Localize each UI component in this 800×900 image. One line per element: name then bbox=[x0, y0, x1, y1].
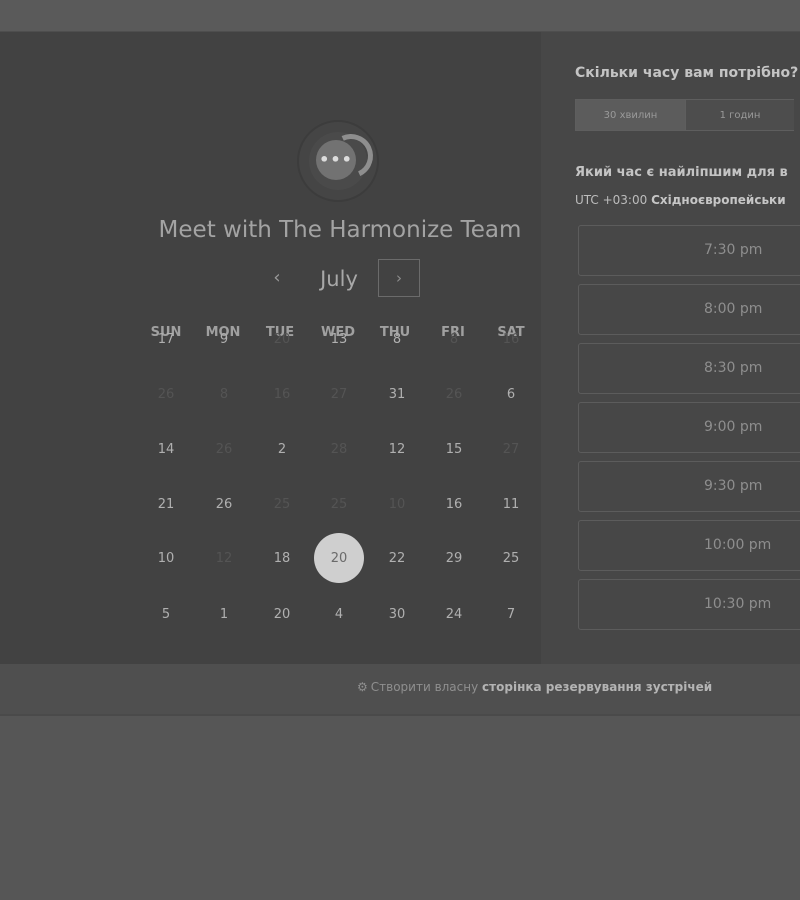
calendar-day: 12 bbox=[215, 550, 233, 566]
calendar-day: 10 bbox=[388, 496, 406, 512]
calendar-day: 25 bbox=[273, 496, 291, 512]
footer: ⚙ Створити власну сторінка резервування з… bbox=[0, 664, 800, 716]
calendar-day[interactable]: 22 bbox=[372, 533, 422, 583]
calendar-day: 26 bbox=[445, 386, 463, 402]
calendar-day-selected[interactable]: 20 bbox=[314, 533, 364, 583]
calendar-day[interactable]: 21 bbox=[141, 479, 191, 529]
time-slot-label: 9:00 pm bbox=[704, 419, 763, 435]
timezone-offset: UTC +03:00 bbox=[575, 193, 648, 207]
calendar-day: 20 bbox=[273, 331, 291, 347]
calendar-day[interactable]: 31 bbox=[372, 369, 422, 419]
calendar-day[interactable]: 29 bbox=[429, 533, 479, 583]
calendar-day[interactable]: 15 bbox=[429, 424, 479, 474]
calendar-day[interactable]: 13 bbox=[314, 314, 364, 364]
calendar-day: 16 bbox=[502, 331, 520, 347]
calendar-day[interactable]: 4 bbox=[314, 589, 364, 639]
time-slot-button[interactable]: 8:00 pm bbox=[578, 284, 800, 335]
duration-selector: 30 хвилин 1 годин bbox=[575, 99, 794, 131]
time-slot-label: 10:00 pm bbox=[704, 537, 772, 553]
duration-60-button[interactable]: 1 годин bbox=[686, 100, 794, 130]
duration-question: Скільки часу вам потрібно? bbox=[575, 65, 799, 81]
calendar-day: 27 bbox=[330, 386, 348, 402]
time-question: Який час є найліпшим для в bbox=[575, 165, 788, 180]
calendar-day[interactable]: 24 bbox=[429, 589, 479, 639]
top-bar bbox=[0, 0, 800, 32]
calendar-day[interactable]: 8 bbox=[372, 314, 422, 364]
calendar-day[interactable]: 1 bbox=[199, 589, 249, 639]
calendar-day[interactable]: 7 bbox=[486, 589, 536, 639]
calendar-day[interactable]: 12 bbox=[372, 424, 422, 474]
footer-prefix: Створити власну bbox=[370, 680, 479, 694]
calendar-day: 16 bbox=[273, 386, 291, 402]
time-slot-button[interactable]: 8:30 pm bbox=[578, 343, 800, 394]
time-slot-label: 8:30 pm bbox=[704, 360, 763, 376]
calendar-day[interactable]: 26 bbox=[199, 479, 249, 529]
calendar-day[interactable]: 16 bbox=[429, 479, 479, 529]
timezone-label[interactable]: UTC +03:00 Східноєвропейськи bbox=[575, 193, 786, 207]
time-slot-label: 9:30 pm bbox=[704, 478, 763, 494]
time-slot-button[interactable]: 10:00 pm bbox=[578, 520, 800, 571]
hubspot-sprocket-icon: ⚙ bbox=[357, 680, 368, 694]
calendar-panel: ••• Meet with The Harmonize Team ‹ July … bbox=[0, 32, 541, 664]
time-slot-button[interactable]: 9:30 pm bbox=[578, 461, 800, 512]
calendar-day[interactable]: 11 bbox=[486, 479, 536, 529]
calendar-day[interactable]: 6 bbox=[486, 369, 536, 419]
calendar-day[interactable]: 2 bbox=[257, 424, 307, 474]
time-slot-label: 8:00 pm bbox=[704, 301, 763, 317]
scheduler-panel: Скільки часу вам потрібно? 30 хвилин 1 г… bbox=[541, 32, 800, 664]
calendar-day[interactable]: 30 bbox=[372, 589, 422, 639]
calendar-grid: 17 9 20 13 8 8 16 26 8 16 27 31 26 6 14 26 2 28 12 15 27 21 26… bbox=[0, 32, 541, 664]
time-slot-button[interactable]: 10:30 pm bbox=[578, 579, 800, 630]
calendar-day[interactable]: 10 bbox=[141, 533, 191, 583]
duration-30-button[interactable]: 30 хвилин bbox=[576, 100, 686, 130]
calendar-day[interactable]: 20 bbox=[257, 589, 307, 639]
calendar-day[interactable]: 5 bbox=[141, 589, 191, 639]
footer-link-text: сторінка резервування зустрічей bbox=[482, 680, 713, 694]
calendar-day[interactable]: 17 bbox=[141, 314, 191, 364]
time-slot-button[interactable]: 9:00 pm bbox=[578, 402, 800, 453]
calendar-day: 26 bbox=[157, 386, 175, 402]
calendar-day: 27 bbox=[502, 441, 520, 457]
calendar-day[interactable]: 9 bbox=[199, 314, 249, 364]
timezone-name: Східноєвропейськи bbox=[651, 193, 786, 207]
time-slot-label: 10:30 pm bbox=[704, 596, 772, 612]
footer-link[interactable]: ⚙ Створити власну сторінка резервування з… bbox=[357, 680, 712, 694]
calendar-day[interactable]: 18 bbox=[257, 533, 307, 583]
calendar-day: 28 bbox=[330, 441, 348, 457]
time-slot-button[interactable]: 7:30 pm bbox=[578, 225, 800, 276]
calendar-day: 25 bbox=[330, 496, 348, 512]
calendar-day: 8 bbox=[219, 386, 229, 402]
calendar-day: 8 bbox=[449, 331, 459, 347]
calendar-day: 26 bbox=[215, 441, 233, 457]
time-slot-label: 7:30 pm bbox=[704, 242, 763, 258]
calendar-day[interactable]: 14 bbox=[141, 424, 191, 474]
calendar-day[interactable]: 25 bbox=[486, 533, 536, 583]
